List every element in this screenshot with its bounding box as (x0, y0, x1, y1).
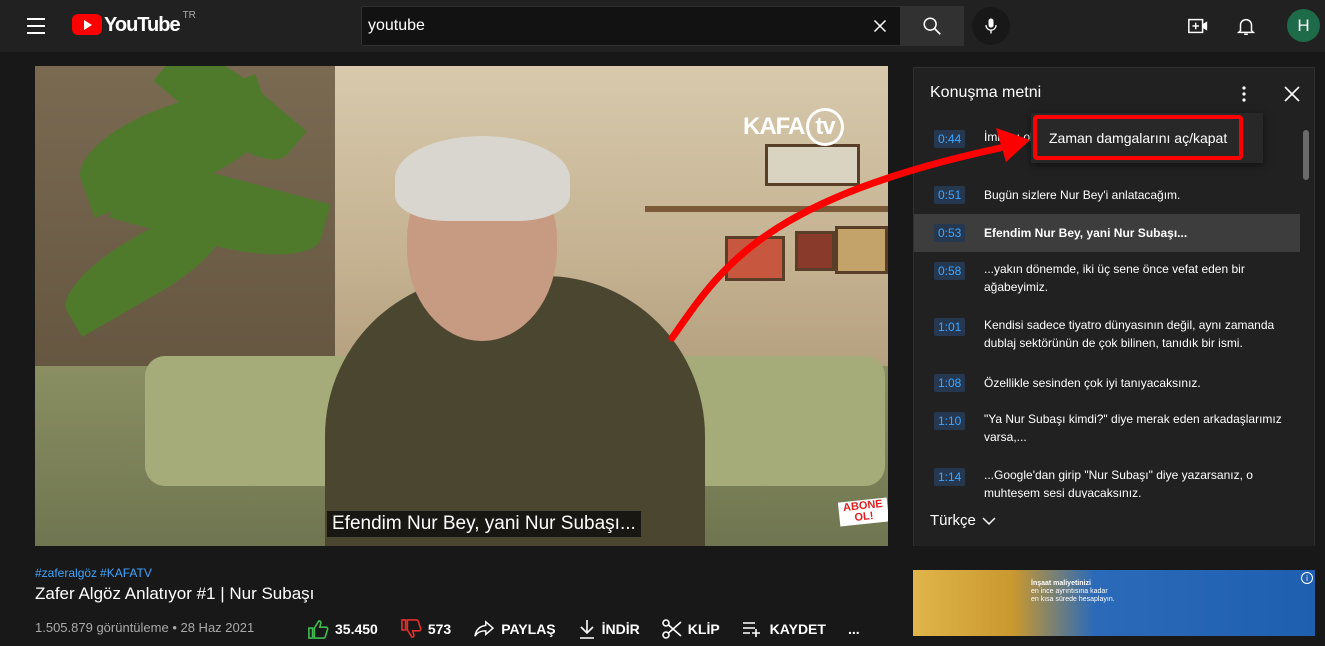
dislike-button[interactable]: 573 (400, 619, 451, 639)
transcript-segment[interactable]: 1:01 Kendisi sadece tiyatro dünyasının d… (914, 308, 1300, 364)
transcript-segment[interactable]: 1:10 "Ya Nur Subaşı kimdi?" diye merak e… (914, 402, 1300, 458)
segment-timestamp: 1:08 (934, 374, 966, 392)
segment-text: "Ya Nur Subaşı kimdi?" diye merak eden a… (984, 412, 1282, 444)
language-label: Türkçe (930, 512, 976, 529)
toggle-timestamps-menu-item[interactable]: Zaman damgalarını aç/kapat (1033, 115, 1243, 160)
like-button[interactable]: 35.450 (307, 619, 378, 639)
thumbs-down-icon (400, 619, 422, 639)
transcript-segment[interactable]: 0:51 Bugün sizlere Nur Bey'i anlatacağım… (914, 176, 1300, 214)
playlist-add-icon (742, 622, 760, 637)
transcript-title: Konuşma metni (930, 84, 1042, 101)
subscribe-badge: ABONE OL! (837, 497, 888, 527)
save-button[interactable]: KAYDET (742, 620, 826, 638)
transcript-options-menu: Zaman damgalarını aç/kapat (1031, 113, 1263, 163)
more-vert-icon (1242, 86, 1246, 102)
download-icon (579, 620, 594, 639)
transcript-segment-active[interactable]: 0:53 Efendim Nur Bey, yani Nur Subaşı... (914, 214, 1300, 252)
segment-text: ...Google'dan girip "Nur Subaşı" diye ya… (984, 468, 1253, 498)
clear-search-icon[interactable] (869, 15, 891, 37)
mic-icon (985, 18, 997, 34)
create-video-icon (1188, 18, 1208, 34)
search-icon (923, 17, 941, 35)
close-icon (1284, 86, 1300, 102)
voice-search-button[interactable] (972, 7, 1010, 45)
download-label: İNDİR (601, 621, 640, 637)
transcript-more-button[interactable] (1232, 82, 1256, 106)
clip-label: KLİP (687, 621, 720, 637)
clip-button[interactable]: KLİP (661, 619, 720, 639)
segment-timestamp: 0:53 (934, 224, 966, 242)
thumbs-up-icon (308, 619, 329, 639)
search-box (361, 6, 901, 46)
transcript-segment[interactable]: 0:58 ...yakın dönemde, iki üç sene önce … (914, 252, 1300, 308)
segment-timestamp: 1:01 (934, 318, 966, 336)
download-button[interactable]: İNDİR (578, 619, 640, 639)
video-title: Zafer Algöz Anlatıyor #1 | Nur Subaşı (35, 584, 315, 603)
notifications-button[interactable] (1232, 12, 1260, 40)
logo-text: YouTube (104, 14, 181, 36)
like-count: 35.450 (335, 621, 378, 637)
chevron-down-icon (982, 516, 996, 525)
segment-timestamp: 1:14 (934, 468, 966, 486)
segment-timestamp: 0:44 (934, 130, 966, 148)
transcript-list: 0:44 İmkanı olan da olmayan da kaçırmayı… (914, 120, 1300, 498)
segment-timestamp: 0:51 (934, 186, 966, 204)
ad-info-icon[interactable]: i (1301, 572, 1313, 584)
segment-text: Efendim Nur Bey, yani Nur Subaşı... (984, 226, 1188, 240)
segment-text: Özellikle sesinden çok iyi tanıyacaksını… (984, 376, 1201, 390)
language-selector[interactable]: Türkçe (930, 512, 996, 529)
segment-timestamp: 0:58 (934, 262, 966, 280)
menu-icon[interactable] (20, 10, 52, 42)
transcript-footer: Türkçe (914, 498, 1314, 546)
segment-text: Kendisi sadece tiyatro dünyasının değil,… (984, 318, 1275, 350)
search-button[interactable] (900, 6, 964, 46)
bell-icon (1236, 18, 1256, 35)
channel-watermark: KAFA tv (743, 108, 844, 146)
dislike-count: 573 (427, 621, 452, 637)
more-actions-button[interactable]: ... (848, 621, 860, 637)
transcript-segment[interactable]: 1:14 ...Google'dan girip "Nur Subaşı" di… (914, 458, 1300, 498)
hashtag-link[interactable]: #KAFATV (100, 566, 152, 580)
ad-text: İnşaat maliyetinizi en ince ayrıntısına … (1031, 580, 1115, 603)
segment-text: ...yakın dönemde, iki üç sene önce vefat… (984, 262, 1245, 294)
view-count-date: 1.505.879 görüntüleme • 28 Haz 2021 (35, 620, 255, 635)
segment-timestamp: 1:10 (934, 412, 966, 430)
subtitle-caption: Efendim Nur Bey, yani Nur Subaşı... (327, 511, 641, 537)
hashtag-link[interactable]: #zaferalgöz (35, 566, 97, 580)
video-actions: 35.450 573 PAYLAŞ İNDİR KLİP KAYDET ... (307, 616, 882, 642)
share-label: PAYLAŞ (501, 621, 556, 637)
logo-country-code: TR (182, 10, 196, 21)
ad-banner[interactable]: İnşaat maliyetinizi en ince ayrıntısına … (913, 570, 1315, 636)
create-button[interactable] (1184, 12, 1212, 40)
transcript-close-button[interactable] (1280, 82, 1304, 106)
share-button[interactable]: PAYLAŞ (473, 620, 556, 638)
search-input[interactable] (362, 17, 842, 35)
transcript-scrollbar[interactable] (1303, 130, 1309, 180)
scissors-icon (661, 619, 682, 639)
more-horiz-icon: ... (847, 621, 860, 637)
hashtags: #zaferalgöz #KAFATV (35, 566, 155, 580)
save-label: KAYDET (769, 621, 826, 637)
share-icon (474, 620, 495, 637)
youtube-play-icon (72, 14, 102, 35)
segment-text: Bugün sizlere Nur Bey'i anlatacağım. (984, 188, 1181, 202)
youtube-logo[interactable]: YouTube TR (72, 10, 196, 36)
video-player[interactable]: KAFA tv ABONE OL! Efendim Nur Bey, yani N… (35, 66, 888, 546)
avatar[interactable]: H (1287, 9, 1320, 42)
masthead: YouTube TR H (0, 0, 1325, 52)
transcript-segment[interactable]: 1:08 Özellikle sesinden çok iyi tanıyaca… (914, 364, 1300, 402)
